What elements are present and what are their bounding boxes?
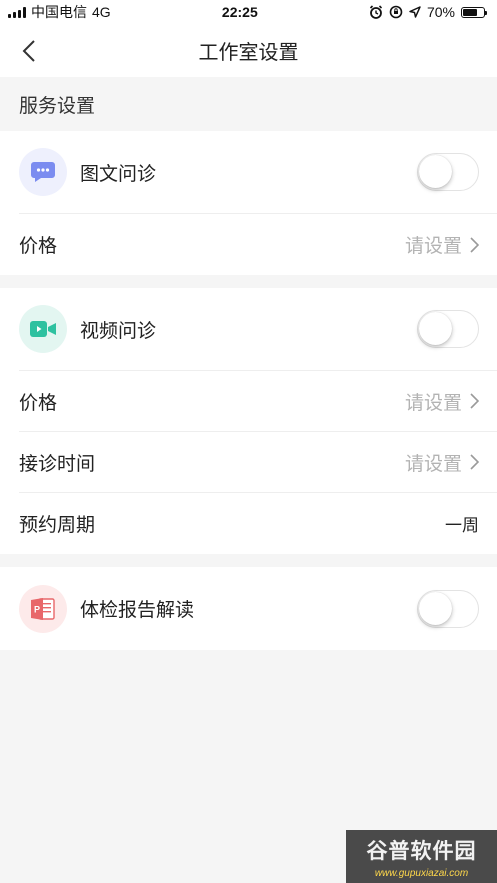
- video-time-row[interactable]: 接诊时间 请设置: [19, 432, 497, 493]
- battery-percent: 70%: [426, 4, 455, 20]
- battery-icon: [461, 6, 487, 18]
- watermark-url: www.gupuxiazai.com: [374, 868, 469, 879]
- video-consult-row: 视频问诊: [19, 288, 497, 371]
- price-hint: 请设置: [405, 231, 479, 258]
- image-text-toggle[interactable]: [417, 153, 479, 191]
- signal-icon: [8, 6, 26, 18]
- price-hint-text: 请设置: [404, 236, 462, 257]
- report-reading-row: P 体检报告解读: [19, 567, 497, 650]
- time-hint-text: 请设置: [404, 453, 462, 475]
- price-label: 价格: [19, 236, 58, 257]
- price-hint-text: 请设置: [404, 392, 462, 414]
- price-label: 价格: [19, 392, 58, 414]
- video-toggle[interactable]: [417, 310, 479, 348]
- ppt-document-icon: P: [31, 597, 55, 620]
- report-toggle[interactable]: [417, 589, 479, 628]
- page-title: 工作室设置: [198, 42, 299, 64]
- video-price-row[interactable]: 价格 请设置: [19, 371, 497, 432]
- time-label: 接诊时间: [19, 453, 96, 475]
- report-icon-circle: P: [19, 584, 67, 633]
- video-cycle-row[interactable]: 预约周期 一周: [19, 493, 497, 554]
- svg-text:P: P: [34, 604, 40, 614]
- nav-bar: 工作室设置: [0, 24, 497, 77]
- time-hint: 请设置: [405, 449, 479, 476]
- video-card: 视频问诊 价格 请设置 接诊时间 请设置 预约周期 一周: [0, 288, 497, 554]
- alarm-icon: [369, 5, 383, 19]
- chevron-left-icon: [22, 40, 35, 62]
- carrier-name: 中国电信: [31, 4, 87, 20]
- report-card: P 体检报告解读: [0, 567, 497, 650]
- report-label: 体检报告解读: [80, 600, 195, 621]
- network-type: 4G: [92, 4, 111, 20]
- chat-icon-circle: [19, 148, 67, 196]
- price-hint: 请设置: [405, 388, 479, 415]
- chevron-right-icon: [470, 393, 479, 409]
- status-left: 中国电信 4G: [8, 2, 111, 22]
- image-text-consult-row: 图文问诊: [19, 131, 497, 214]
- image-text-label: 图文问诊: [80, 163, 157, 185]
- toggle-knob: [419, 312, 452, 345]
- section-header: 服务设置: [0, 77, 497, 131]
- cycle-label: 预约周期: [19, 515, 96, 536]
- cycle-value: 一周: [445, 516, 479, 535]
- watermark: 谷普软件园 www.gupuxiazai.com: [346, 830, 497, 883]
- chat-bubble-icon: [31, 162, 55, 182]
- status-time: 22:25: [221, 4, 258, 20]
- chevron-right-icon: [470, 236, 479, 253]
- chevron-right-icon: [470, 454, 479, 470]
- status-bar: 中国电信 4G 22:25 70%: [0, 0, 497, 24]
- status-right: 70%: [369, 4, 487, 20]
- toggle-knob: [419, 591, 452, 625]
- battery-fill: [463, 8, 477, 16]
- video-icon-circle: [19, 305, 67, 353]
- video-label: 视频问诊: [80, 320, 157, 342]
- image-text-price-row[interactable]: 价格 请设置: [19, 214, 497, 275]
- video-camera-icon: [30, 321, 56, 337]
- rotation-lock-icon: [389, 5, 403, 19]
- image-text-card: 图文问诊 价格 请设置: [0, 131, 497, 275]
- back-button[interactable]: [14, 36, 44, 66]
- location-icon: [409, 6, 421, 18]
- watermark-title: 谷普软件园: [366, 840, 477, 863]
- toggle-knob: [419, 155, 452, 188]
